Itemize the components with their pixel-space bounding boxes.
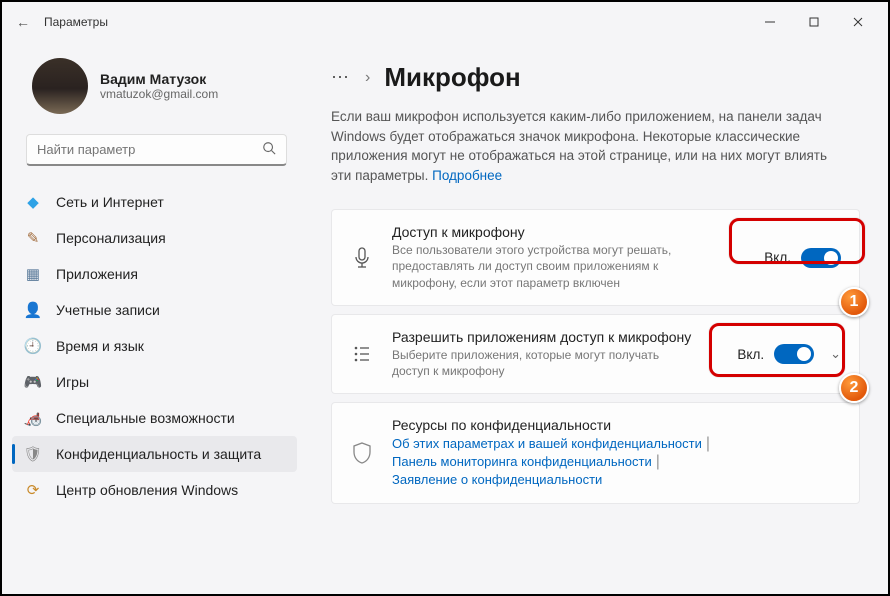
app-title: Параметры (44, 15, 108, 29)
sidebar-item-accessibility[interactable]: 🦽 Специальные возможности (12, 400, 297, 436)
toggle-label: Вкл. (737, 347, 764, 362)
link-privacy-dashboard[interactable]: Панель мониторинга конфиденциальности (392, 454, 652, 469)
sidebar-item-accounts[interactable]: 👤 Учетные записи (12, 292, 297, 328)
minimize-button[interactable] (748, 7, 792, 37)
shield-outline-icon (350, 442, 374, 464)
profile-name: Вадим Матузок (100, 71, 218, 87)
brush-icon: ✎ (24, 229, 42, 247)
content-area: ⋯ › Микрофон Если ваш микрофон используе… (307, 42, 888, 594)
globe-icon: ◆ (24, 193, 42, 211)
card-subtitle: Выберите приложения, которые могут получ… (392, 347, 692, 379)
sidebar-item-label: Персонализация (56, 230, 166, 246)
sidebar-item-label: Центр обновления Windows (56, 482, 238, 498)
profile-email: vmatuzok@gmail.com (100, 87, 218, 101)
sidebar-item-label: Учетные записи (56, 302, 160, 318)
settings-window: ← Параметры Вадим Матузок vmatuzok@gmail… (0, 0, 890, 596)
sidebar-item-label: Специальные возможности (56, 410, 235, 426)
clock-globe-icon: 🕘 (24, 337, 42, 355)
card-mic-access: Доступ к микрофону Все пользователи этог… (331, 209, 860, 306)
search-input[interactable] (37, 142, 254, 157)
sidebar-item-label: Сеть и Интернет (56, 194, 164, 210)
search-box[interactable] (26, 134, 287, 166)
apps-icon: ▦ (24, 265, 42, 283)
toggle-label: Вкл. (764, 250, 791, 265)
page-title: Микрофон (384, 62, 520, 93)
breadcrumb-more-icon[interactable]: ⋯ (331, 67, 351, 88)
card-subtitle: Все пользователи этого устройства могут … (392, 242, 692, 291)
page-description: Если ваш микрофон используется каким-либ… (331, 107, 851, 185)
link-about-params[interactable]: Об этих параметрах и вашей конфиденциаль… (392, 436, 702, 451)
privacy-links: Об этих параметрах и вашей конфиденциаль… (392, 435, 841, 489)
close-button[interactable] (836, 7, 880, 37)
chevron-down-icon[interactable]: ⌄ (830, 346, 841, 362)
learn-more-link[interactable]: Подробнее (432, 168, 502, 183)
sidebar-item-label: Конфиденциальность и защита (56, 446, 261, 462)
profile-block[interactable]: Вадим Матузок vmatuzok@gmail.com (2, 50, 307, 130)
sidebar-item-network[interactable]: ◆ Сеть и Интернет (12, 184, 297, 220)
window-controls (748, 7, 880, 37)
annotation-badge-2: 2 (839, 373, 869, 403)
sidebar-item-label: Приложения (56, 266, 138, 282)
app-mic-access-toggle[interactable] (774, 344, 814, 364)
card-app-mic-access[interactable]: Разрешить приложениям доступ к микрофону… (331, 314, 860, 394)
nav-list: ◆ Сеть и Интернет ✎ Персонализация ▦ При… (2, 178, 307, 508)
sidebar-item-personalization[interactable]: ✎ Персонализация (12, 220, 297, 256)
avatar (32, 58, 88, 114)
mic-access-toggle[interactable] (801, 248, 841, 268)
card-title: Доступ к микрофону (392, 224, 746, 240)
card-title: Ресурсы по конфиденциальности (392, 417, 841, 433)
accessibility-icon: 🦽 (24, 409, 42, 427)
sidebar-item-label: Игры (56, 374, 89, 390)
shield-icon: 🛡 (24, 445, 42, 463)
sidebar-item-label: Время и язык (56, 338, 144, 354)
link-privacy-statement[interactable]: Заявление о конфиденциальности (392, 472, 602, 487)
sidebar-item-privacy[interactable]: 🛡 Конфиденциальность и защита (12, 436, 297, 472)
microphone-icon (350, 247, 374, 269)
card-privacy-resources: Ресурсы по конфиденциальности Об этих па… (331, 402, 860, 504)
titlebar: ← Параметры (2, 2, 888, 42)
chevron-right-icon: › (365, 69, 370, 87)
list-icon (350, 345, 374, 363)
sidebar-item-apps[interactable]: ▦ Приложения (12, 256, 297, 292)
card-title: Разрешить приложениям доступ к микрофону (392, 329, 719, 345)
annotation-badge-1: 1 (839, 287, 869, 317)
person-icon: 👤 (24, 301, 42, 319)
sidebar: Вадим Матузок vmatuzok@gmail.com ◆ Сеть … (2, 42, 307, 594)
update-icon: ⟳ (24, 481, 42, 499)
back-button[interactable]: ← (16, 14, 30, 30)
maximize-button[interactable] (792, 7, 836, 37)
breadcrumb: ⋯ › Микрофон (331, 62, 860, 93)
sidebar-item-gaming[interactable]: 🎮 Игры (12, 364, 297, 400)
search-icon (262, 141, 276, 158)
sidebar-item-windows-update[interactable]: ⟳ Центр обновления Windows (12, 472, 297, 508)
sidebar-item-time-language[interactable]: 🕘 Время и язык (12, 328, 297, 364)
gamepad-icon: 🎮 (24, 373, 42, 391)
